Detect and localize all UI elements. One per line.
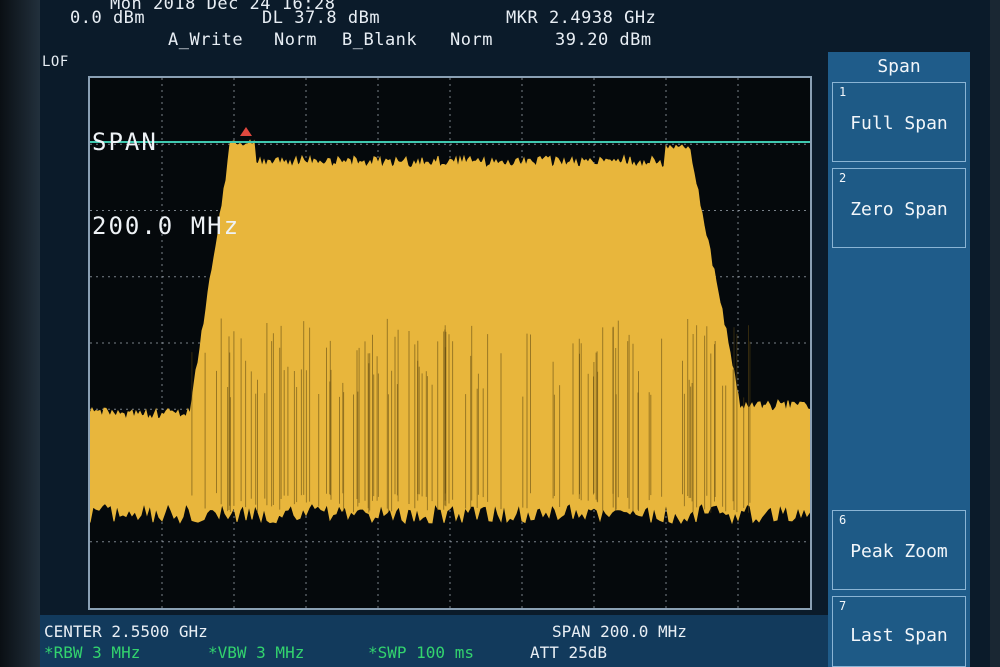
softkey-label: Full Span [850,113,948,134]
peak-zoom-button[interactable]: 6 Peak Zoom [832,510,966,590]
sweep-readout: *SWP 100 ms [368,643,474,662]
trace-b-label: B_Blank [342,30,418,50]
scale-label: LOF [42,54,69,70]
display-line-readout: DL 37.8 dBm [262,8,381,28]
softkey-menu-title: Span [877,56,921,77]
full-span-button[interactable]: 1 Full Span [832,82,966,162]
softkey-number: 6 [839,513,847,527]
vbw-readout: *VBW 3 MHz [208,643,305,662]
marker-frequency: MKR 2.4938 GHz [506,8,657,28]
softkey-number: 1 [839,85,847,99]
trace-a-mode: Norm [274,30,317,50]
marker-level: 39.20 dBm [555,30,652,50]
softkey-number: 7 [839,599,847,613]
device-bezel [0,0,40,667]
softkey-number: 2 [839,171,847,185]
trace-a-label: A_Write [168,30,244,50]
span-readout: SPAN 200.0 MHz [552,622,687,641]
attenuation-readout: ATT 25dB [530,643,608,662]
ref-level: 0.0 dBm [70,8,146,28]
softkey-label: Last Span [850,625,948,646]
span-overlay-value: 200.0 MHz [92,212,241,240]
span-overlay-title: SPAN [92,128,158,156]
marker-triangle-icon [240,127,252,136]
last-span-button[interactable]: 7 Last Span [832,596,966,667]
softkey-label: Peak Zoom [850,541,948,562]
center-frequency: CENTER 2.5500 GHz [44,622,208,641]
zero-span-button[interactable]: 2 Zero Span [832,168,966,248]
trace-b-mode: Norm [450,30,493,50]
softkey-label: Zero Span [850,199,948,220]
rbw-readout: *RBW 3 MHz [44,643,141,662]
span-overlay: SPAN 200.0 MHz [92,72,240,268]
